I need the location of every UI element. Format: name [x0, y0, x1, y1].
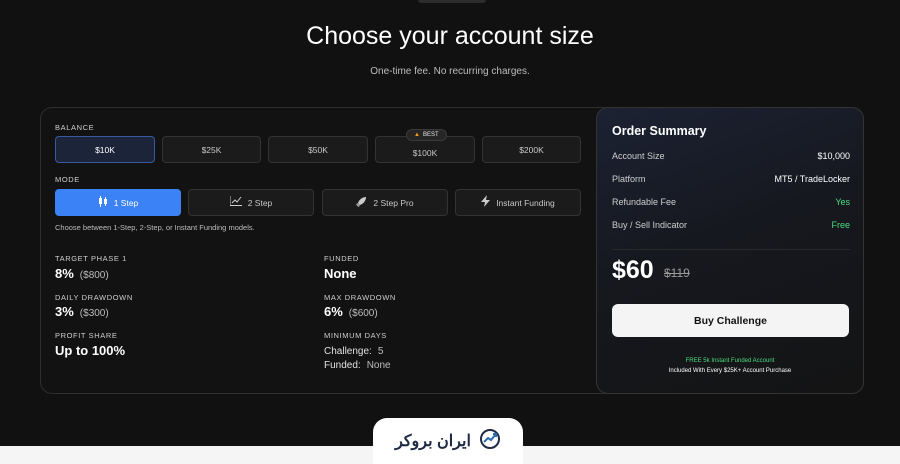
funded-days-label: Funded:	[324, 360, 361, 371]
buy-challenge-button[interactable]: Buy Challenge	[612, 304, 849, 337]
summary-label: Buy / Sell Indicator	[612, 220, 688, 230]
price: $60	[612, 256, 654, 284]
summary-value: MT5 / TradeLocker	[774, 174, 850, 184]
original-price: $119	[664, 266, 690, 280]
balance-label: BALANCE	[55, 123, 95, 132]
challenge-days-label: Challenge:	[324, 346, 372, 357]
summary-value: Yes	[835, 197, 850, 207]
summary-label: Platform	[612, 174, 646, 184]
lightning-icon	[481, 195, 491, 210]
best-badge: ▲ BEST	[406, 129, 447, 141]
mode-option-1-step[interactable]: 1 Step	[55, 189, 181, 216]
candlestick-icon	[98, 195, 108, 210]
line-chart-icon	[229, 196, 242, 209]
summary-row-refundable-fee: Refundable Fee Yes	[612, 197, 850, 207]
daily-drawdown-percent: 3%	[55, 304, 74, 319]
page-title: Choose your account size	[306, 22, 594, 50]
target-phase-value: 8% ($800)	[55, 266, 109, 281]
mode-option-2-step[interactable]: 2 Step	[188, 189, 314, 216]
rocket-icon	[356, 196, 367, 210]
balance-option-200k[interactable]: $200K	[482, 136, 581, 163]
daily-drawdown-amount: ($300)	[79, 308, 109, 319]
mode-option-2-step-pro[interactable]: 2 Step Pro	[322, 189, 448, 216]
promo-line-2: Included With Every $25K+ Account Purcha…	[668, 368, 792, 374]
page-subtitle: One-time fee. No recurring charges.	[370, 66, 530, 77]
summary-divider	[612, 249, 850, 250]
challenge-days: Challenge: 5	[324, 346, 383, 357]
summary-label: Account Size	[612, 151, 665, 161]
balance-option-100k-label: $100K	[412, 147, 438, 158]
fire-icon: ▲	[414, 132, 420, 138]
target-phase-amount: ($800)	[79, 270, 109, 281]
funded-days-value: None	[366, 360, 391, 371]
mode-helper-text: Choose between 1-Step, 2-Step, or Instan…	[55, 223, 255, 232]
mode-option-instant-funding[interactable]: Instant Funding	[455, 189, 581, 216]
max-drawdown-value: 6% ($600)	[324, 304, 378, 319]
order-summary-title: Order Summary	[612, 124, 707, 138]
mode-option-1-step-label: 1 Step	[113, 197, 139, 208]
summary-row-indicator: Buy / Sell Indicator Free	[612, 220, 850, 230]
summary-value: Free	[831, 220, 850, 230]
funded-days: Funded: None	[324, 360, 391, 371]
max-drawdown-amount: ($600)	[348, 308, 378, 319]
minimum-days-label: MINIMUM DAYS	[324, 331, 387, 340]
top-tab-notch	[418, 0, 486, 3]
daily-drawdown-label: DAILY DRAWDOWN	[55, 293, 133, 302]
challenge-days-value: 5	[377, 346, 384, 357]
max-drawdown-label: MAX DRAWDOWN	[324, 293, 396, 302]
profit-share-label: PROFIT SHARE	[55, 331, 118, 340]
best-badge-label: BEST	[422, 132, 439, 138]
max-drawdown-percent: 6%	[324, 304, 343, 319]
site-logo[interactable]: ایران بروکر	[373, 418, 523, 464]
summary-value: $10,000	[817, 151, 850, 161]
summary-row-platform: Platform MT5 / TradeLocker	[612, 174, 850, 184]
mode-label: MODE	[55, 175, 80, 184]
mode-option-instant-funding-label: Instant Funding	[496, 197, 555, 208]
funded-label: FUNDED	[324, 254, 359, 263]
mode-option-2-step-pro-label: 2 Step Pro	[373, 197, 414, 208]
mode-option-2-step-label: 2 Step	[247, 197, 273, 208]
order-summary-card: Order Summary Account Size $10,000 Platf…	[596, 107, 864, 394]
funded-value: None	[324, 266, 357, 281]
target-phase-label: TARGET PHASE 1	[55, 254, 127, 263]
balance-option-50k[interactable]: $50K	[268, 136, 368, 163]
daily-drawdown-value: 3% ($300)	[55, 304, 109, 319]
summary-label: Refundable Fee	[612, 197, 677, 207]
balance-option-25k[interactable]: $25K	[162, 136, 261, 163]
promo-line-1: FREE 5k Instant Funded Account	[685, 358, 775, 364]
logo-text: ایران بروکر	[395, 433, 471, 450]
chart-logo-icon	[479, 428, 501, 455]
summary-row-account-size: Account Size $10,000	[612, 151, 850, 161]
target-phase-percent: 8%	[55, 266, 74, 281]
profit-share-value: Up to 100%	[55, 343, 126, 358]
balance-option-10k[interactable]: $10K	[55, 136, 155, 163]
